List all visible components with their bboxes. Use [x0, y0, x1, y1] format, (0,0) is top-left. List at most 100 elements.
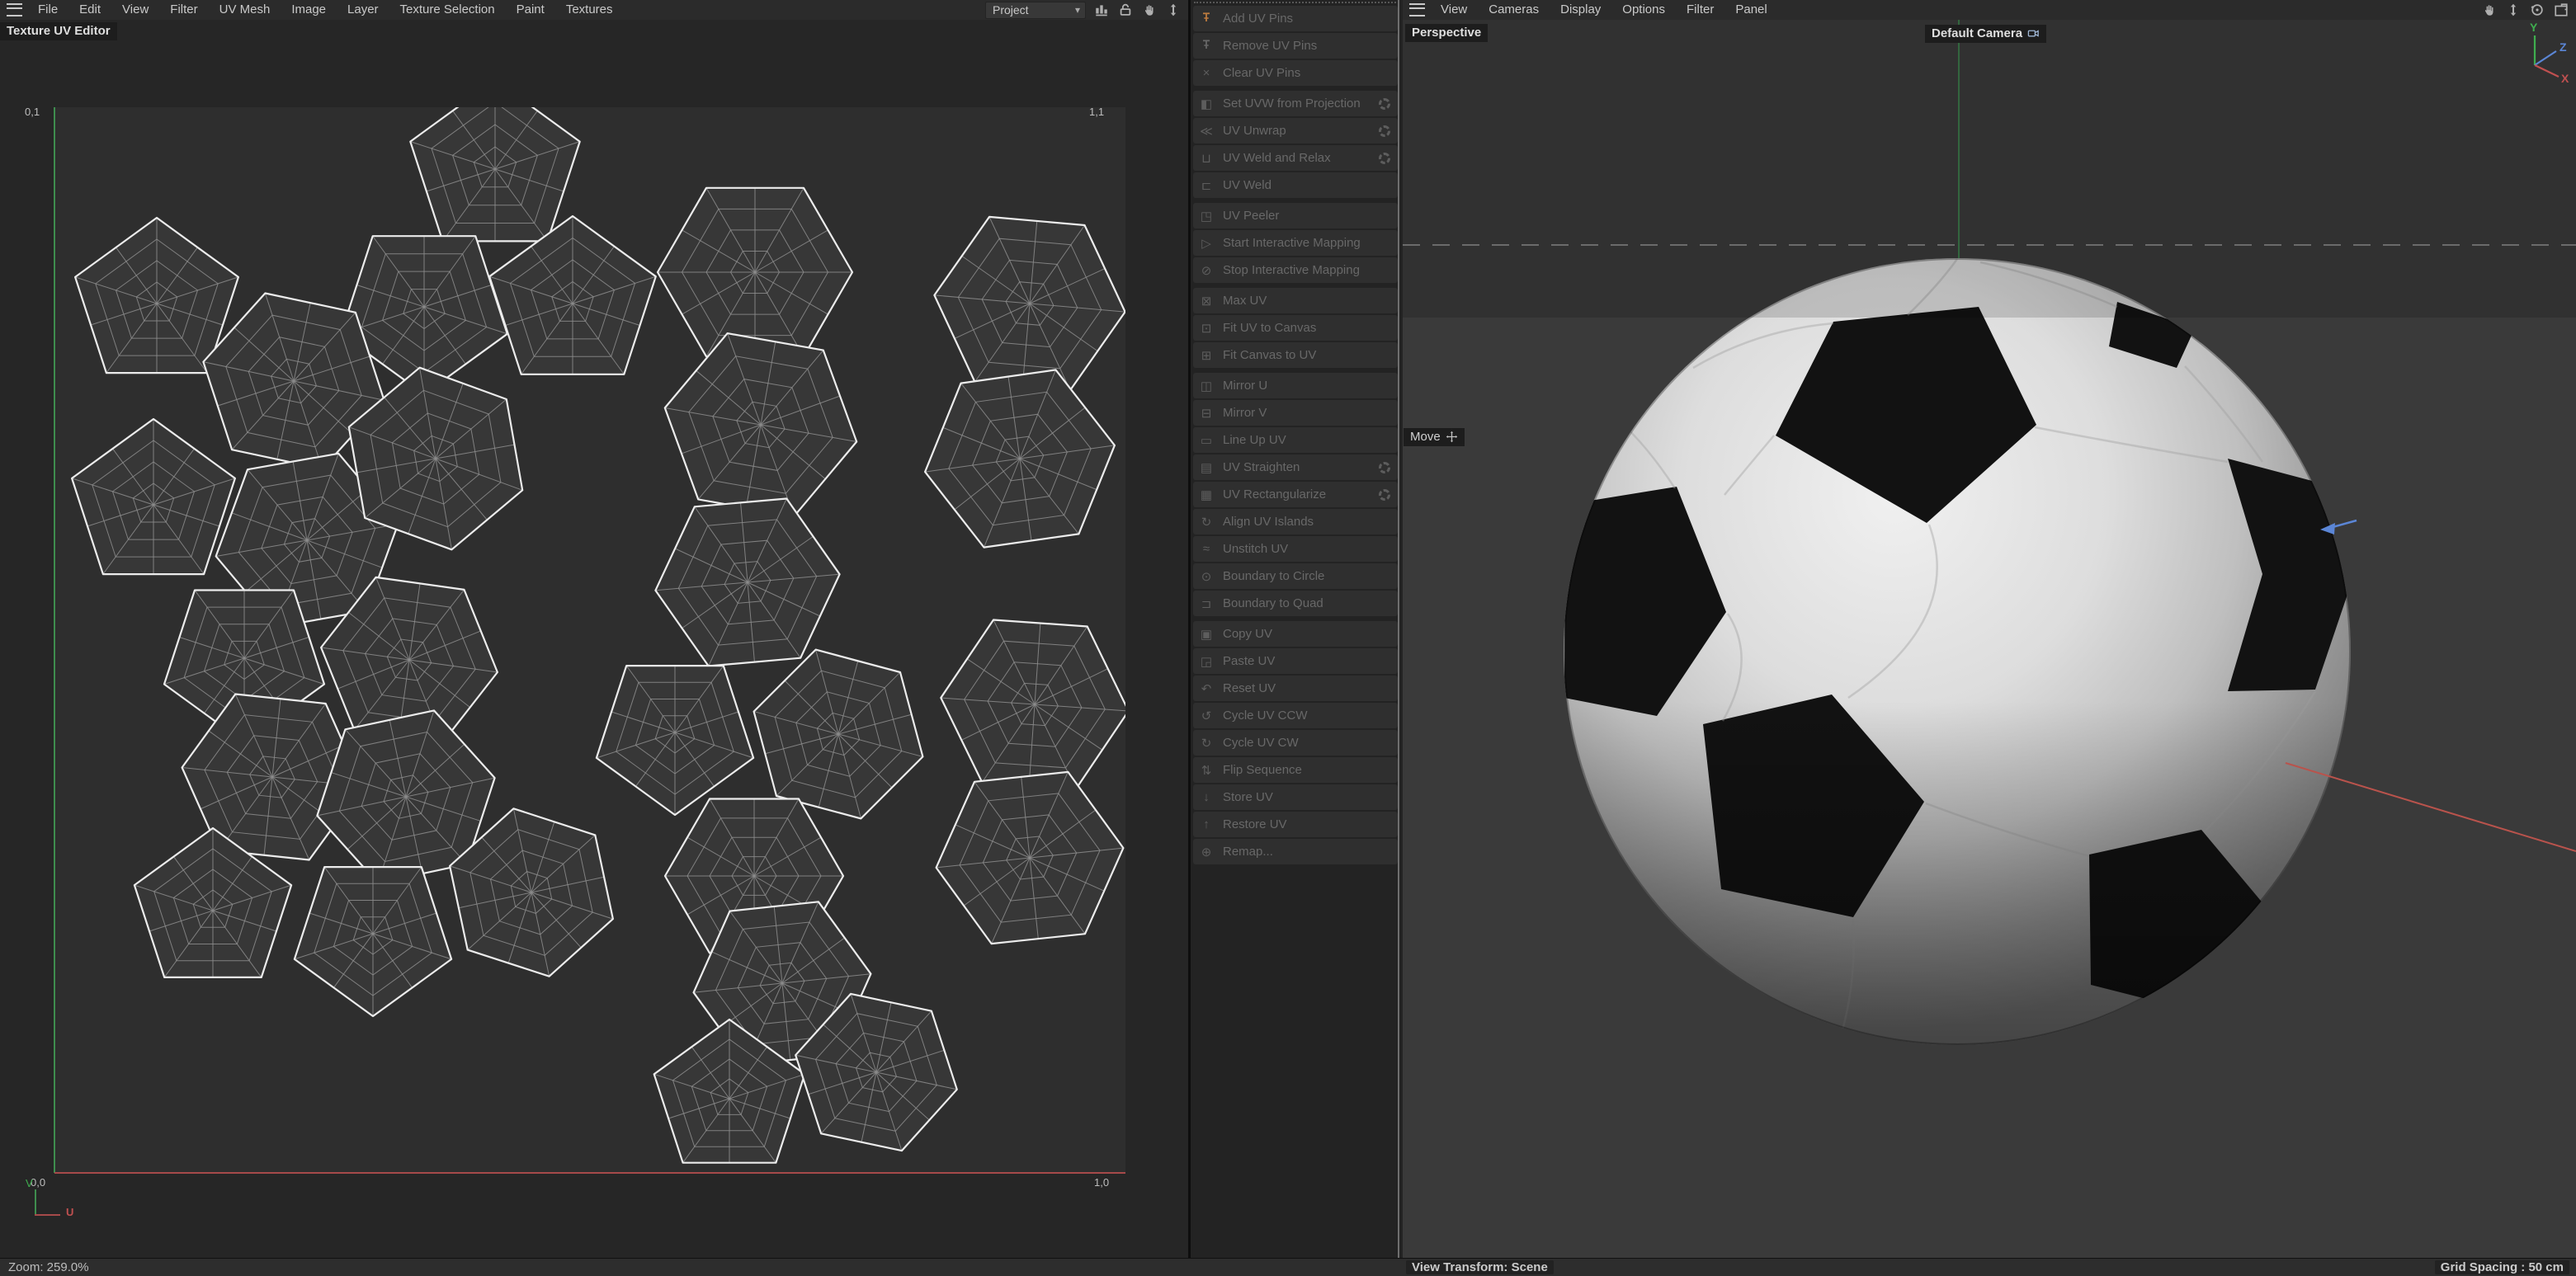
remap-label: Remap... — [1223, 845, 1273, 859]
viewport-menu-icon[interactable] — [1409, 3, 1425, 16]
fit-canvas-to-uv-label: Fit Canvas to UV — [1223, 348, 1317, 362]
axis-gizmo-x-label: X — [2561, 72, 2569, 85]
menu-panel[interactable]: Panel — [1724, 0, 1777, 20]
maximize-view-icon[interactable] — [2553, 2, 2569, 18]
menu-display[interactable]: Display — [1550, 0, 1611, 20]
uv-command-align-uv-islands[interactable]: ↻ Align UV Islands — [1193, 509, 1398, 534]
uv-island-17[interactable] — [753, 648, 924, 820]
uv-command-uv-weld[interactable]: ⊏ UV Weld — [1193, 172, 1398, 198]
soccer-ball[interactable] — [1564, 258, 2352, 1045]
uv-command-group-5: ◫ Mirror U ⊟ Mirror V ▭ Line Up UV ▤ UV Straigh… — [1191, 373, 1403, 616]
uv-island-7[interactable] — [923, 369, 1116, 549]
uv-command-uv-peeler[interactable]: ◳ UV Peeler — [1193, 203, 1398, 228]
copy-uv-label: Copy UV — [1223, 627, 1273, 641]
fit-uv-to-canvas-label: Fit UV to Canvas — [1223, 321, 1317, 335]
uv-command-set-uvw-from-projection[interactable]: ◧ Set UVW from Projection — [1193, 91, 1398, 116]
uv-straighten-options-gear-icon[interactable] — [1379, 461, 1390, 473]
menu-file[interactable]: File — [27, 0, 68, 20]
uv-weld-and-relax-options-gear-icon[interactable] — [1379, 152, 1390, 164]
uv-island-15[interactable] — [654, 497, 841, 667]
pan-hand-icon[interactable] — [1141, 2, 1158, 18]
uv-command-clear-uv-pins[interactable]: × Clear UV Pins — [1193, 60, 1398, 86]
unstitch-uv-label: Unstitch UV — [1223, 542, 1289, 556]
uv-command-restore-uv[interactable]: ↑ Restore UV — [1193, 812, 1398, 837]
uv-command-start-interactive-mapping[interactable]: ▷ Start Interactive Mapping — [1193, 230, 1398, 256]
uv-command-remap[interactable]: ⊕ Remap... — [1193, 839, 1398, 864]
project-dropdown[interactable]: Project ▾ — [985, 1, 1086, 19]
menu-texture-selection[interactable]: Texture Selection — [389, 0, 506, 20]
uv-island-6[interactable] — [933, 215, 1125, 392]
uv-command-boundary-to-circle[interactable]: ⊙ Boundary to Circle — [1193, 563, 1398, 589]
uv-command-boundary-to-quad[interactable]: ⊐ Boundary to Quad — [1193, 591, 1398, 616]
camera-icon — [2027, 27, 2040, 40]
menu-uv-mesh[interactable]: UV Mesh — [209, 0, 281, 20]
uv-island-28[interactable] — [935, 770, 1125, 945]
uv-command-paste-uv[interactable]: ◲ Paste UV — [1193, 648, 1398, 674]
uv-command-mirror-v[interactable]: ⊟ Mirror V — [1193, 400, 1398, 426]
uv-command-copy-uv[interactable]: ▣ Copy UV — [1193, 621, 1398, 647]
menu-options[interactable]: Options — [1611, 0, 1676, 20]
uv-rectangularize-options-gear-icon[interactable] — [1379, 488, 1390, 501]
status-view-transform: View Transform: Scene — [1406, 1260, 1554, 1274]
menu-view[interactable]: View — [1430, 0, 1478, 20]
uv-command-add-uv-pins[interactable]: Add UV Pins — [1193, 6, 1398, 31]
uv-commands-panel: Add UV Pins Remove UV Pins × Clear UV Pins ◧… — [1188, 0, 1403, 1258]
menu-view[interactable]: View — [111, 0, 159, 20]
menu-cameras[interactable]: Cameras — [1478, 0, 1550, 20]
remap-icon: ⊕ — [1201, 845, 1212, 859]
uv-command-uv-rectangularize[interactable]: ▦ UV Rectangularize — [1193, 482, 1398, 507]
menu-filter[interactable]: Filter — [1676, 0, 1724, 20]
zoom-updown-icon[interactable] — [1165, 2, 1182, 18]
uv-command-unstitch-uv[interactable]: ≈ Unstitch UV — [1193, 536, 1398, 562]
set-uvw-from-projection-options-gear-icon[interactable] — [1379, 97, 1390, 110]
uv-island-4[interactable] — [656, 186, 854, 358]
uv-island-5[interactable] — [663, 332, 858, 517]
uv-command-uv-straighten[interactable]: ▤ UV Straighten — [1193, 454, 1398, 480]
menu-textures[interactable]: Textures — [555, 0, 624, 20]
uv-command-group-6: ▣ Copy UV ◲ Paste UV ↶ Reset UV ↺ Cycle UV CCW ↻… — [1191, 621, 1403, 864]
mirror-v-label: Mirror V — [1223, 406, 1267, 420]
uv-command-max-uv[interactable]: ⊠ Max UV — [1193, 288, 1398, 313]
copy-uv-icon: ▣ — [1200, 627, 1213, 642]
uv-command-stop-interactive-mapping[interactable]: ⊘ Stop Interactive Mapping — [1193, 257, 1398, 283]
uv-command-fit-uv-to-canvas[interactable]: ⊡ Fit UV to Canvas — [1193, 315, 1398, 341]
uv-unwrap-options-gear-icon[interactable] — [1379, 125, 1390, 137]
menu-image[interactable]: Image — [281, 0, 337, 20]
project-dropdown-label: Project — [993, 3, 1029, 16]
lock-icon[interactable] — [1117, 2, 1134, 18]
panel-drag-handle[interactable] — [1194, 2, 1399, 3]
uv-island-1[interactable] — [409, 107, 581, 242]
pan-hand-icon[interactable] — [2481, 2, 2498, 18]
camera-label[interactable]: Default Camera — [1925, 25, 2047, 43]
uv-command-cycle-uv-ccw[interactable]: ↺ Cycle UV CCW — [1193, 703, 1398, 728]
menu-filter[interactable]: Filter — [159, 0, 208, 20]
uv-island-10[interactable] — [71, 417, 236, 576]
uv-command-fit-canvas-to-uv[interactable]: ⊞ Fit Canvas to UV — [1193, 342, 1398, 368]
menu-edit[interactable]: Edit — [68, 0, 111, 20]
menu-icon[interactable] — [7, 3, 22, 16]
uv-island-16[interactable] — [595, 664, 755, 817]
panel-splitter[interactable] — [1398, 0, 1399, 1258]
orbit-rotate-icon[interactable] — [2529, 2, 2545, 18]
uv-island-27[interactable] — [940, 619, 1125, 790]
menu-layer[interactable]: Layer — [337, 0, 389, 20]
uv-rectangularize-icon: ▦ — [1200, 487, 1213, 502]
uv-command-flip-sequence[interactable]: ⇅ Flip Sequence — [1193, 757, 1398, 783]
move-cross-icon — [1446, 431, 1458, 443]
uv-command-line-up-uv[interactable]: ▭ Line Up UV — [1193, 427, 1398, 453]
dolly-updown-icon[interactable] — [2505, 2, 2522, 18]
reset-uv-label: Reset UV — [1223, 681, 1276, 695]
uv-command-remove-uv-pins[interactable]: Remove UV Pins — [1193, 33, 1398, 59]
uv-command-uv-weld-and-relax[interactable]: ⊔ UV Weld and Relax — [1193, 145, 1398, 171]
uv-command-mirror-u[interactable]: ◫ Mirror U — [1193, 373, 1398, 398]
uv-island-22[interactable] — [293, 865, 453, 1018]
uv-command-store-uv[interactable]: ↓ Store UV — [1193, 784, 1398, 810]
menu-paint[interactable]: Paint — [506, 0, 555, 20]
uv-command-cycle-uv-cw[interactable]: ↻ Cycle UV CW — [1193, 730, 1398, 756]
uv-command-uv-unwrap[interactable]: ≪ UV Unwrap — [1193, 118, 1398, 144]
histogram-icon[interactable] — [1093, 2, 1110, 18]
cycle-uv-ccw-label: Cycle UV CCW — [1223, 709, 1308, 723]
uv-u-axis-label: U — [66, 1206, 74, 1218]
mirror-v-icon: ⊟ — [1201, 406, 1212, 421]
uv-command-reset-uv[interactable]: ↶ Reset UV — [1193, 676, 1398, 701]
